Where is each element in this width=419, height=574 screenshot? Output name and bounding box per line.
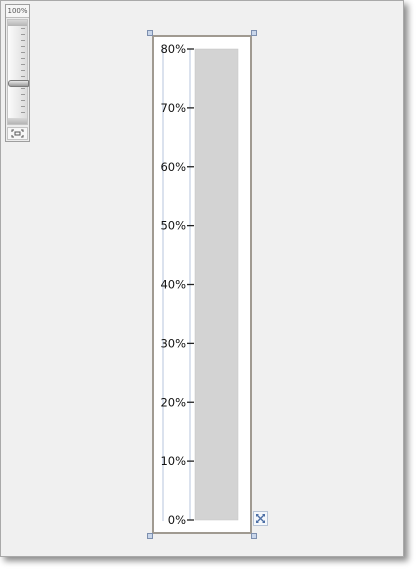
y-tick-label-8: 80% — [160, 42, 186, 56]
bar-chart: 0% 10% 20% 30% 40% 50% 60% 70% 80% — [160, 42, 239, 527]
y-tick-label-4: 40% — [160, 278, 186, 292]
y-tick-label-1: 10% — [160, 454, 186, 468]
y-tick-label-0: 0% — [168, 513, 186, 527]
resize-handle-bottom-right[interactable] — [251, 533, 257, 539]
chart-bar-0 — [194, 48, 239, 521]
expand-button[interactable] — [253, 511, 268, 526]
y-tick-label-3: 30% — [160, 336, 186, 350]
expand-arrows-icon — [256, 514, 265, 523]
y-tick-label-7: 70% — [160, 101, 186, 115]
resize-handle-top-right[interactable] — [251, 30, 257, 36]
y-tick-label-6: 60% — [160, 160, 186, 174]
y-tick-label-5: 50% — [160, 219, 186, 233]
y-tick-label-2: 20% — [160, 395, 186, 409]
resize-handle-bottom-left[interactable] — [147, 533, 153, 539]
resize-handle-top-left[interactable] — [147, 30, 153, 36]
